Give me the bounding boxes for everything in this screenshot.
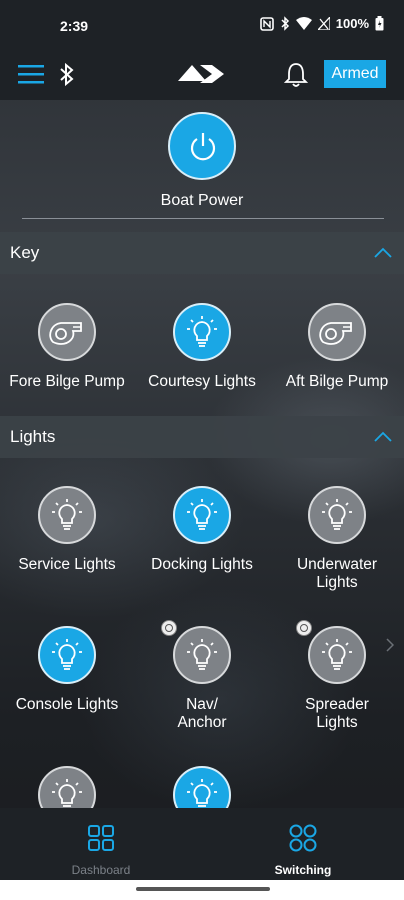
nfc-icon (259, 16, 274, 31)
chevron-up-icon[interactable] (374, 246, 392, 264)
switch-circle[interactable] (38, 303, 96, 361)
switch-console-lights[interactable]: Console Lights (0, 626, 134, 714)
chevron-right-icon (386, 638, 395, 657)
gesture-bar[interactable] (136, 887, 270, 891)
power-icon (190, 133, 216, 161)
switch-label: Aft Bilge Pump (285, 373, 389, 390)
bulb-icon (187, 639, 217, 670)
status-icons: 100% (259, 16, 384, 31)
boat-power-area: Boat Power (0, 112, 404, 222)
section-title: Lights (10, 427, 56, 446)
switch-label: Underwater Lights (296, 556, 378, 591)
switch-label: Nav/ Anchor (177, 696, 227, 731)
switch-circle[interactable] (38, 626, 96, 684)
brand-logo (178, 59, 228, 89)
timer-badge-icon (161, 620, 177, 636)
status-time: 2:39 (60, 18, 89, 34)
switch-label: Courtesy Lights (148, 373, 256, 390)
switch-label: Service Lights (18, 556, 116, 573)
dashboard-icon (88, 825, 114, 851)
switch-circle[interactable] (308, 303, 366, 361)
switching-icon (289, 824, 317, 852)
switch-circle[interactable] (173, 303, 231, 361)
battery-percent: 100% (335, 16, 369, 31)
nav-dashboard[interactable]: Dashboard (0, 808, 202, 880)
app-bar: Armed (0, 50, 404, 100)
status-bar: 2:39 100% (0, 0, 404, 50)
switch-spreader-lights[interactable]: Spreader Lights (270, 620, 404, 732)
wifi-icon (295, 17, 312, 30)
boat-power-label: Boat Power (160, 192, 244, 209)
switch-circle[interactable] (38, 486, 96, 544)
timer-badge-icon (296, 620, 312, 636)
divider (22, 218, 384, 219)
bell-icon[interactable] (283, 62, 309, 88)
boat-power-button[interactable] (168, 112, 236, 180)
section-header-lights[interactable]: Lights (0, 416, 404, 458)
switch-aft-bilge-pump[interactable]: Aft Bilge Pump (270, 303, 404, 391)
bulb-icon (52, 779, 82, 807)
armed-button[interactable]: Armed (324, 60, 386, 88)
switch-circle[interactable] (308, 486, 366, 544)
section-header-key[interactable]: Key (0, 232, 404, 274)
bulb-icon (187, 499, 217, 530)
signal-icon (317, 17, 330, 30)
bulb-icon (187, 316, 217, 347)
switch-label: Console Lights (15, 696, 119, 713)
phone-screen: 2:39 100% Armed Boat Power Key Fore Bilg… (0, 0, 404, 900)
switch-nav-anchor[interactable]: Nav/ Anchor (135, 620, 269, 732)
bottom-nav: Dashboard Switching (0, 808, 404, 880)
switch-courtesy-lights[interactable]: Courtesy Lights (135, 303, 269, 391)
menu-icon[interactable] (18, 62, 46, 86)
battery-icon (375, 16, 384, 31)
switch-label: Docking Lights (151, 556, 253, 573)
bulb-icon (322, 639, 352, 670)
switch-circle[interactable] (161, 620, 231, 684)
chevron-up-icon[interactable] (374, 430, 392, 448)
switch-service-lights[interactable]: Service Lights (0, 486, 134, 574)
switch-underwater-lights[interactable]: Underwater Lights (270, 486, 404, 592)
switch-label: Fore Bilge Pump (9, 373, 125, 390)
bluetooth-status-icon (280, 16, 290, 31)
switch-label: Spreader Lights (305, 696, 369, 731)
bulb-icon (322, 499, 352, 530)
switch-circle[interactable] (296, 620, 366, 684)
bulb-icon (52, 499, 82, 530)
bulb-icon (187, 779, 217, 807)
nav-label: Switching (274, 863, 332, 877)
nav-label: Dashboard (71, 863, 131, 877)
pump-icon (319, 322, 352, 345)
switch-fore-bilge-pump[interactable]: Fore Bilge Pump (0, 303, 134, 391)
switch-docking-lights[interactable]: Docking Lights (135, 486, 269, 574)
nav-switching[interactable]: Switching (202, 808, 404, 880)
section-title: Key (10, 243, 40, 262)
switch-circle[interactable] (173, 486, 231, 544)
bulb-icon (52, 639, 82, 670)
gesture-area (0, 880, 404, 900)
pump-icon (49, 322, 82, 345)
bluetooth-icon[interactable] (56, 62, 78, 88)
